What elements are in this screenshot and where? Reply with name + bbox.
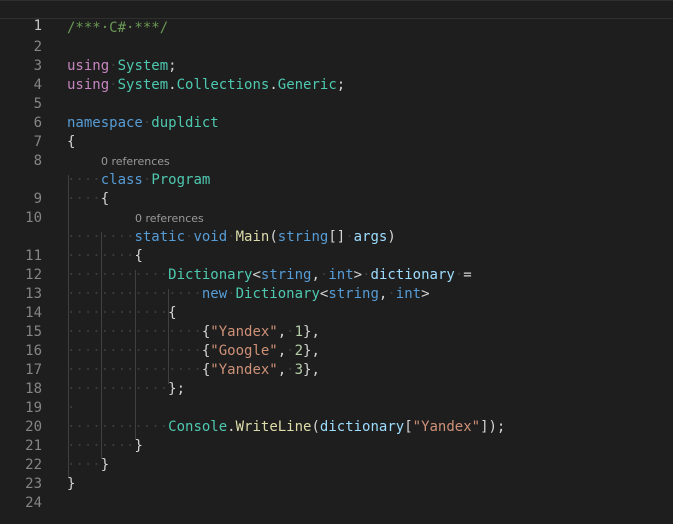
type-name: Console: [168, 419, 228, 435]
line-text: using·System.Collections.Generic;: [67, 77, 346, 93]
line-text: ·: [67, 400, 76, 416]
string-literal: "Yandex": [412, 419, 481, 435]
keyword-class: class: [100, 172, 143, 188]
keyword-namespace: namespace: [67, 115, 143, 131]
code-line-11[interactable]: 11 ········static·void·Main(string[]·arg…: [0, 228, 673, 264]
keyword-string: string: [260, 267, 312, 283]
number-literal: 3: [294, 362, 304, 378]
code-line-20[interactable]: 20 ·: [0, 399, 673, 435]
string-literal: "Yandex": [210, 324, 278, 340]
line-text: ············{: [67, 305, 177, 321]
code-line-16[interactable]: 16 ················{"Yandex",·1},: [0, 323, 673, 359]
code-line-8[interactable]: 8 {: [0, 133, 673, 169]
line-number: 24: [25, 495, 42, 511]
line-text: ············};: [67, 381, 186, 397]
string-literal: "Yandex": [210, 362, 278, 378]
line-text: ············Console.WriteLine(dictionary…: [67, 419, 506, 435]
codelens-references-program[interactable]: 0 references: [101, 152, 170, 171]
code-line-4[interactable]: 4 using·System;: [0, 57, 673, 93]
line-text: }: [67, 476, 76, 492]
line-text: ········{: [67, 248, 143, 264]
line-number: 8: [33, 153, 42, 169]
number-literal: 2: [294, 343, 304, 359]
line-text: using·System;: [67, 58, 177, 74]
line-text: /***·C#·***/: [67, 19, 168, 38]
line-text: ················{"Yandex",·1},: [67, 324, 320, 340]
variable-name: dictionary: [370, 267, 455, 283]
codelens-references-main[interactable]: 0 references: [135, 209, 204, 228]
line-text: ····{: [67, 191, 110, 207]
type-name: Dictionary: [235, 286, 320, 302]
code-line-6[interactable]: 6: [0, 95, 673, 131]
line-text: ····class·Program: [67, 172, 211, 188]
namespace-ref: Generic: [277, 77, 337, 93]
comment: /***·C#·***/: [67, 20, 169, 36]
code-line-10[interactable]: 10 ····{: [0, 190, 673, 226]
line-text: ········}: [67, 438, 143, 454]
code-line-2[interactable]: 2 /***·C#·***/: [0, 19, 673, 55]
variable-name: dictionary: [319, 419, 405, 435]
number-literal: 1: [294, 324, 304, 340]
code-line-5[interactable]: 5 using·System.Collections.Generic;: [0, 76, 673, 112]
string-literal: "Google": [210, 343, 278, 359]
keyword-string: string: [277, 229, 329, 245]
keyword-new: new: [201, 286, 228, 302]
namespace-ref: Collections: [176, 77, 270, 93]
namespace-ref: System: [117, 77, 169, 93]
keyword-using: using: [67, 77, 110, 93]
code-line-17[interactable]: 17 ················{"Google",·2},: [0, 342, 673, 378]
keyword-static: static: [134, 229, 186, 245]
code-line-23[interactable]: 23 ····}: [0, 456, 673, 492]
code-line-18[interactable]: 18 ················{"Yandex",·3},: [0, 361, 673, 397]
code-line-9[interactable]: 9 ····class·Program: [0, 171, 673, 207]
code-line-3[interactable]: 3: [0, 38, 673, 74]
keyword-int: int: [395, 286, 422, 302]
code-line-21[interactable]: 21 ············Console.WriteLine(diction…: [0, 418, 673, 454]
method-name: WriteLine: [235, 419, 312, 435]
keyword-string: string: [328, 286, 379, 302]
namespace-ref: System: [117, 58, 169, 74]
code-line-14[interactable]: 14 ················new·Dictionary<string…: [0, 285, 673, 321]
code-line-24[interactable]: 24 }: [0, 475, 673, 511]
keyword-using: using: [67, 58, 110, 74]
keyword-void: void: [193, 229, 228, 245]
code-editor[interactable]: 1 2 /***·C#·***/ 3 4 using·System; 5 usi…: [0, 0, 673, 524]
method-name: Main: [235, 229, 270, 245]
class-name: Program: [151, 172, 211, 188]
line-text: ················{"Yandex",·3},: [67, 362, 320, 378]
line-text: ················new·Dictionary<string,·i…: [67, 286, 430, 302]
namespace-name: dupldict: [151, 115, 219, 131]
code-line-15[interactable]: 15 ············{: [0, 304, 673, 340]
line-text: {: [67, 134, 76, 150]
code-line-1[interactable]: 1: [0, 0, 673, 34]
line-text: namespace·dupldict: [67, 115, 219, 131]
code-line-7[interactable]: 7 namespace·dupldict: [0, 114, 673, 150]
line-text: ············Dictionary<string,·int>·dict…: [67, 267, 472, 283]
line-text: ················{"Google",·2},: [67, 343, 320, 359]
type-name: Dictionary: [168, 267, 253, 283]
code-line-12[interactable]: 12 ········{: [0, 247, 673, 283]
code-line-19[interactable]: 19 ············};: [0, 380, 673, 416]
keyword-int: int: [328, 267, 354, 283]
code-line-22[interactable]: 22 ········}: [0, 437, 673, 473]
line-number: 10: [25, 210, 42, 226]
parameter-name: args: [353, 229, 388, 245]
line-text: ····}: [67, 457, 110, 473]
code-line-13[interactable]: 13 ············Dictionary<string,·int>·d…: [0, 266, 673, 302]
line-text: ········static·void·Main(string[]·args): [67, 229, 396, 245]
